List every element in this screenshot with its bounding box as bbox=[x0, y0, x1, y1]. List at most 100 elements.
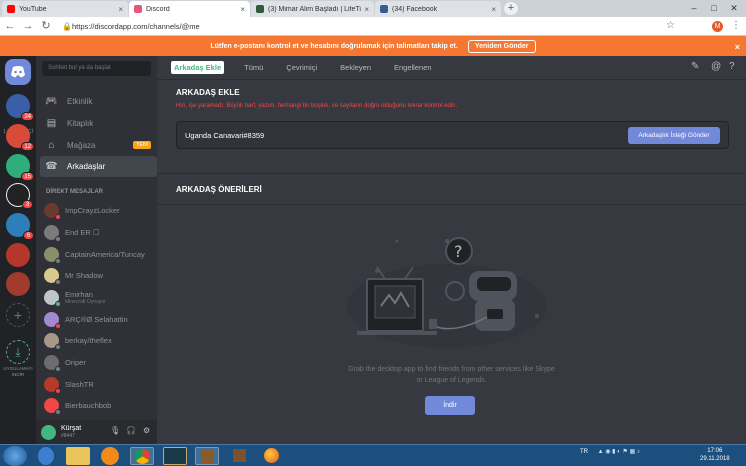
avatar[interactable] bbox=[41, 424, 56, 440]
system-clock[interactable]: 17:06 29.11.2018 bbox=[700, 447, 730, 463]
server-icon[interactable]: 3 bbox=[6, 183, 33, 209]
tab-pending[interactable]: Bekleyen bbox=[337, 61, 374, 74]
nav-activity[interactable]: 🎮 Etkinlik bbox=[40, 91, 157, 112]
username: Kürşat bbox=[61, 425, 82, 432]
download-prompt-line: Grab the desktop app to find friends fro… bbox=[348, 366, 555, 373]
server-icon[interactable]: 15 bbox=[6, 154, 34, 181]
send-friend-request-button[interactable]: Arkadaşlık İsteği Gönder bbox=[628, 127, 720, 144]
add-friend-input[interactable]: Uganda Canavari#8359 bbox=[185, 131, 264, 140]
avatar bbox=[44, 333, 61, 350]
server-list: 1 ÇEVRİMİÇİ 24 12 15 3 6 + ⤓ UYGULAMAYI … bbox=[0, 56, 36, 444]
close-icon[interactable]: × bbox=[491, 5, 496, 14]
ie-icon[interactable] bbox=[38, 447, 54, 465]
download-button[interactable]: İndir bbox=[425, 396, 475, 415]
tab-title: (3) Mimar Alim Başladı | LifeTi... bbox=[268, 5, 362, 13]
minecraft-icon[interactable] bbox=[227, 447, 251, 465]
download-app-button[interactable]: ⤓ bbox=[6, 340, 30, 364]
channel-sidebar: Sohbet bul ya da başlat 🎮 Etkinlik ▤ Kitap… bbox=[36, 56, 157, 444]
menu-icon[interactable]: ⋮ bbox=[731, 18, 741, 34]
browser-tab-strip: YouTube × Discord × (3) Mimar Alim Başladı… bbox=[0, 0, 746, 17]
star-icon[interactable]: ☆ bbox=[666, 18, 675, 34]
help-icon[interactable]: ? bbox=[729, 61, 735, 72]
close-icon[interactable]: × bbox=[118, 5, 123, 14]
headphones-icon[interactable]: 🎧 bbox=[126, 426, 136, 435]
tab-blocked[interactable]: Engellenen bbox=[391, 61, 435, 74]
direct-messages-header: DİREKT MESAJLAR bbox=[46, 189, 104, 195]
dm-item[interactable]: Mr Shadow bbox=[40, 265, 157, 286]
server-icon[interactable] bbox=[6, 243, 30, 267]
mention-badge: 15 bbox=[21, 172, 34, 181]
user-panel: Kürşat #8447 🎙 🎧 ⚙ bbox=[36, 420, 157, 444]
tab-add-friend[interactable]: Arkadaş Ekle bbox=[171, 61, 225, 74]
windows-taskbar: TR ▲ ◉ ▮ ◐ ⚑ ▦ ♪ 17:06 29.11.2018 bbox=[0, 444, 746, 466]
server-icon[interactable]: 6 bbox=[6, 213, 34, 240]
dm-item[interactable]: Bierbauchbob bbox=[40, 395, 157, 416]
shield-icon bbox=[256, 5, 264, 13]
nav-label: Etkinlik bbox=[67, 97, 93, 106]
youtube-icon bbox=[7, 5, 15, 13]
close-window-button[interactable]: ✕ bbox=[724, 0, 744, 17]
nav-label: Arkadaşlar bbox=[67, 162, 106, 171]
nav-friends[interactable]: ☎ Arkadaşlar bbox=[40, 156, 157, 177]
tab-title: Discord bbox=[146, 5, 170, 13]
find-conversation-input[interactable]: Sohbet bul ya da başlat bbox=[42, 61, 151, 76]
server-icon[interactable]: 24 bbox=[6, 94, 34, 121]
dm-item[interactable]: ImpCrayzLocker bbox=[40, 200, 157, 221]
maximize-button[interactable]: □ bbox=[704, 0, 724, 17]
dm-item[interactable]: Emirhan Minecraft Oynuyor bbox=[40, 287, 157, 308]
add-friend-field[interactable]: Uganda Canavari#8359 Arkadaşlık İsteği G… bbox=[176, 121, 729, 149]
new-tab-button[interactable]: + bbox=[504, 2, 518, 15]
avatar bbox=[44, 398, 61, 415]
reload-icon[interactable]: ↻ bbox=[40, 18, 52, 34]
mention-badge: 3 bbox=[22, 200, 33, 209]
dm-item[interactable]: CaptainAmerica/Tuncay bbox=[40, 244, 157, 265]
folder-icon[interactable] bbox=[66, 447, 90, 465]
league-icon[interactable] bbox=[163, 447, 187, 465]
dm-item[interactable]: SlashTR bbox=[40, 374, 157, 395]
start-button[interactable] bbox=[3, 446, 27, 466]
dm-item[interactable]: End ER ☐ bbox=[40, 222, 157, 243]
dm-name: Emirhan bbox=[65, 290, 93, 299]
tab-lifeti[interactable]: (3) Mimar Alim Başladı | LifeTi... × bbox=[251, 1, 374, 17]
profile-avatar[interactable]: M bbox=[712, 21, 723, 32]
mention-icon[interactable]: @ bbox=[711, 61, 721, 72]
gear-icon[interactable]: ⚙ bbox=[143, 426, 150, 435]
minimize-button[interactable]: – bbox=[684, 0, 704, 17]
microphone-icon[interactable]: 🎙 bbox=[110, 426, 120, 435]
close-icon[interactable]: × bbox=[240, 5, 245, 14]
firefox-icon[interactable] bbox=[259, 447, 283, 465]
chrome-icon[interactable] bbox=[130, 447, 154, 465]
status-indicator bbox=[55, 258, 61, 264]
server-icon[interactable] bbox=[6, 272, 30, 296]
media-player-icon[interactable] bbox=[101, 447, 119, 465]
language-indicator[interactable]: TR bbox=[580, 449, 588, 455]
dm-item[interactable]: ARÇ®Ø Selahattin bbox=[40, 309, 157, 330]
discord-home-icon[interactable] bbox=[5, 59, 31, 85]
tab-youtube[interactable]: YouTube × bbox=[2, 1, 128, 17]
tab-facebook[interactable]: (34) Facebook × bbox=[375, 1, 501, 17]
tab-online[interactable]: Çevrimiçi bbox=[283, 61, 320, 74]
dm-item[interactable]: Oriper bbox=[40, 352, 157, 373]
tab-all[interactable]: Tümü bbox=[241, 61, 266, 74]
close-icon[interactable]: × bbox=[735, 42, 740, 52]
minecraft-icon[interactable] bbox=[195, 447, 219, 465]
download-prompt: Grab the desktop app to find friends fro… bbox=[157, 364, 746, 386]
forward-icon[interactable]: → bbox=[22, 18, 34, 34]
tray-icons[interactable]: ▲ ◉ ▮ ◐ ⚑ ▦ ♪ bbox=[598, 449, 640, 455]
nav-library[interactable]: ▤ Kitaplık bbox=[40, 113, 157, 134]
back-icon[interactable]: ← bbox=[4, 18, 16, 34]
status-indicator bbox=[55, 214, 61, 220]
url-field[interactable]: https://discordapp.com/channels/@me bbox=[60, 20, 658, 33]
server-icon[interactable]: 12 bbox=[6, 124, 34, 151]
tab-discord[interactable]: Discord × bbox=[129, 1, 250, 17]
close-icon[interactable]: × bbox=[364, 5, 369, 14]
dm-item[interactable]: berkay/theflex bbox=[40, 330, 157, 351]
nav-store[interactable]: ⌂ Mağaza YENİ bbox=[40, 135, 157, 156]
avatar bbox=[44, 268, 61, 285]
resend-button[interactable]: Yeniden Gönder bbox=[467, 39, 536, 53]
dm-name: Bierbauchbob bbox=[65, 401, 112, 410]
add-server-button[interactable]: + bbox=[6, 303, 30, 327]
friend-suggestions-title: ARKADAŞ ÖNERİLERİ bbox=[176, 185, 262, 194]
tab-title: YouTube bbox=[19, 5, 47, 13]
new-group-dm-icon[interactable]: ✎ bbox=[691, 61, 699, 72]
